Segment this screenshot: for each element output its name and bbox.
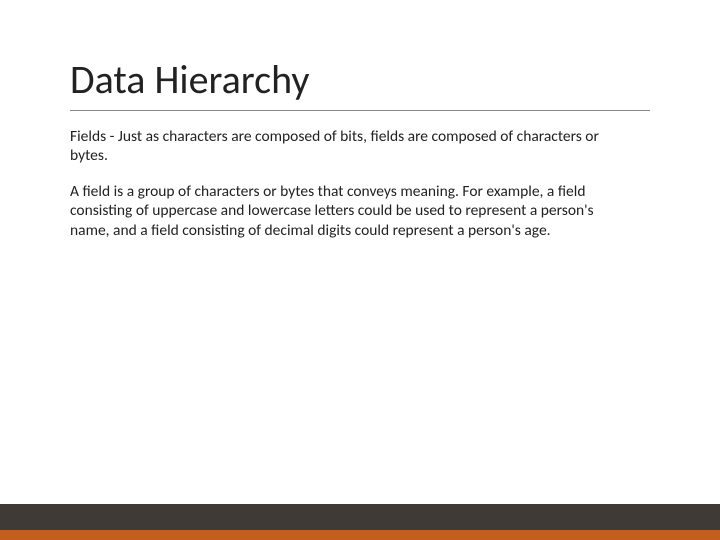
footer-decoration — [0, 504, 720, 540]
footer-bar-dark — [0, 504, 720, 530]
slide-body: Fields - Just as characters are composed… — [70, 127, 630, 240]
slide-title: Data Hierarchy — [70, 55, 650, 111]
paragraph: Fields - Just as characters are composed… — [70, 127, 630, 166]
slide: Data Hierarchy Fields - Just as characte… — [0, 0, 720, 540]
paragraph: A field is a group of characters or byte… — [70, 182, 630, 240]
footer-bar-orange — [0, 530, 720, 540]
